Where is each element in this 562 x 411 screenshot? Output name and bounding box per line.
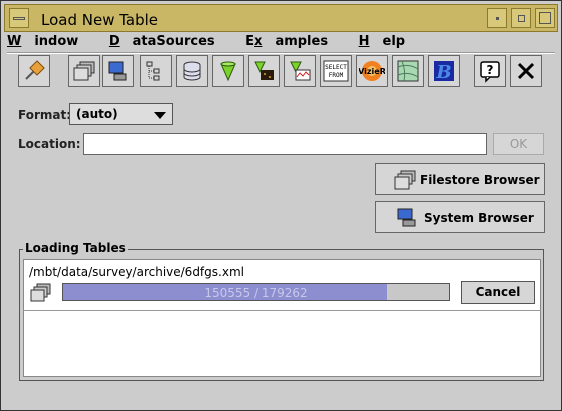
location-label: Location: <box>18 137 81 151</box>
cone-plot-toolbar-button[interactable] <box>284 55 316 87</box>
folder-browser-icon <box>394 170 416 190</box>
title-bar[interactable]: Load New Table <box>4 4 558 32</box>
menu-separator <box>7 52 555 54</box>
svg-text:SELECT: SELECT <box>325 64 347 71</box>
sky-map-toolbar-button[interactable] <box>392 55 424 87</box>
cone-image-icon <box>254 61 274 80</box>
tree-toolbar-button[interactable] <box>140 55 172 87</box>
svg-text:?: ? <box>487 63 494 77</box>
help-icon: ? <box>480 61 500 83</box>
location-input[interactable] <box>83 133 487 155</box>
cone-icon <box>220 61 236 82</box>
menu-window[interactable]: Window <box>7 34 91 49</box>
filestore-browser-label: Filestore Browser <box>420 173 540 187</box>
svg-text:VizieR: VizieR <box>359 67 385 76</box>
folder-browser-icon <box>73 61 95 81</box>
tree-icon <box>146 61 160 81</box>
svg-text:B: B <box>435 62 451 83</box>
database-toolbar-button[interactable] <box>176 55 208 87</box>
vizier-toolbar-button[interactable]: VizieR <box>356 55 388 87</box>
folder-browser-icon <box>30 283 51 302</box>
system-browser-icon <box>397 208 416 227</box>
svg-text:FROM: FROM <box>329 72 344 79</box>
system-browser-toolbar-button[interactable] <box>102 55 134 87</box>
menu-examples[interactable]: Ex amples <box>245 34 341 49</box>
sql-query-toolbar-button[interactable]: SELECT FROM <box>320 55 352 87</box>
window-menu-button[interactable] <box>9 8 29 28</box>
system-browser-button[interactable]: System Browser <box>375 201 545 233</box>
format-value: (auto) <box>76 107 118 121</box>
pin-icon <box>25 60 45 80</box>
ok-button[interactable]: OK <box>493 133 544 155</box>
format-label: Format: <box>18 108 72 122</box>
cone-toolbar-button[interactable] <box>212 55 244 87</box>
system-browser-label: System Browser <box>424 211 534 225</box>
window-title: Load New Table <box>41 11 159 29</box>
b-icon: B <box>434 61 454 83</box>
load-table-window: Load New Table Window DataSources Ex ampl… <box>0 0 562 411</box>
b-toolbar-button[interactable]: B <box>428 55 460 87</box>
cone-image-toolbar-button[interactable] <box>248 55 280 87</box>
vizier-icon: VizieR <box>359 61 385 81</box>
maximize-button[interactable] <box>535 8 555 28</box>
minimize-button[interactable] <box>487 8 507 28</box>
help-toolbar-button[interactable]: ? <box>474 55 506 87</box>
shade-button[interactable] <box>511 8 531 28</box>
format-select[interactable]: (auto) <box>69 103 173 125</box>
close-toolbar-button[interactable] <box>510 55 542 87</box>
close-icon <box>517 62 535 80</box>
chevron-down-icon <box>154 112 166 119</box>
system-browser-icon <box>108 61 127 81</box>
sql-query-icon: SELECTFROM <box>323 60 349 82</box>
menu-help[interactable]: Help <box>359 34 418 49</box>
menu-datasources[interactable]: DataSources <box>109 34 228 49</box>
filestore-browser-button[interactable]: Filestore Browser <box>375 163 545 195</box>
pin-button[interactable] <box>18 55 50 87</box>
list-divider <box>23 310 541 311</box>
database-icon <box>183 61 201 81</box>
loading-progress-bar: 150555 / 179262 <box>62 283 450 301</box>
filestore-toolbar-button[interactable] <box>68 55 100 87</box>
cone-plot-icon <box>290 61 311 81</box>
loading-file-path: /mbt/data/survey/archive/6dfgs.xml <box>29 265 244 279</box>
loading-tables-title: Loading Tables <box>23 241 128 255</box>
cancel-button[interactable]: Cancel <box>461 281 535 304</box>
sky-map-icon <box>397 60 419 82</box>
menu-bar: Window DataSources Ex amples Help <box>7 34 431 52</box>
progress-text: 150555 / 179262 <box>204 286 308 300</box>
